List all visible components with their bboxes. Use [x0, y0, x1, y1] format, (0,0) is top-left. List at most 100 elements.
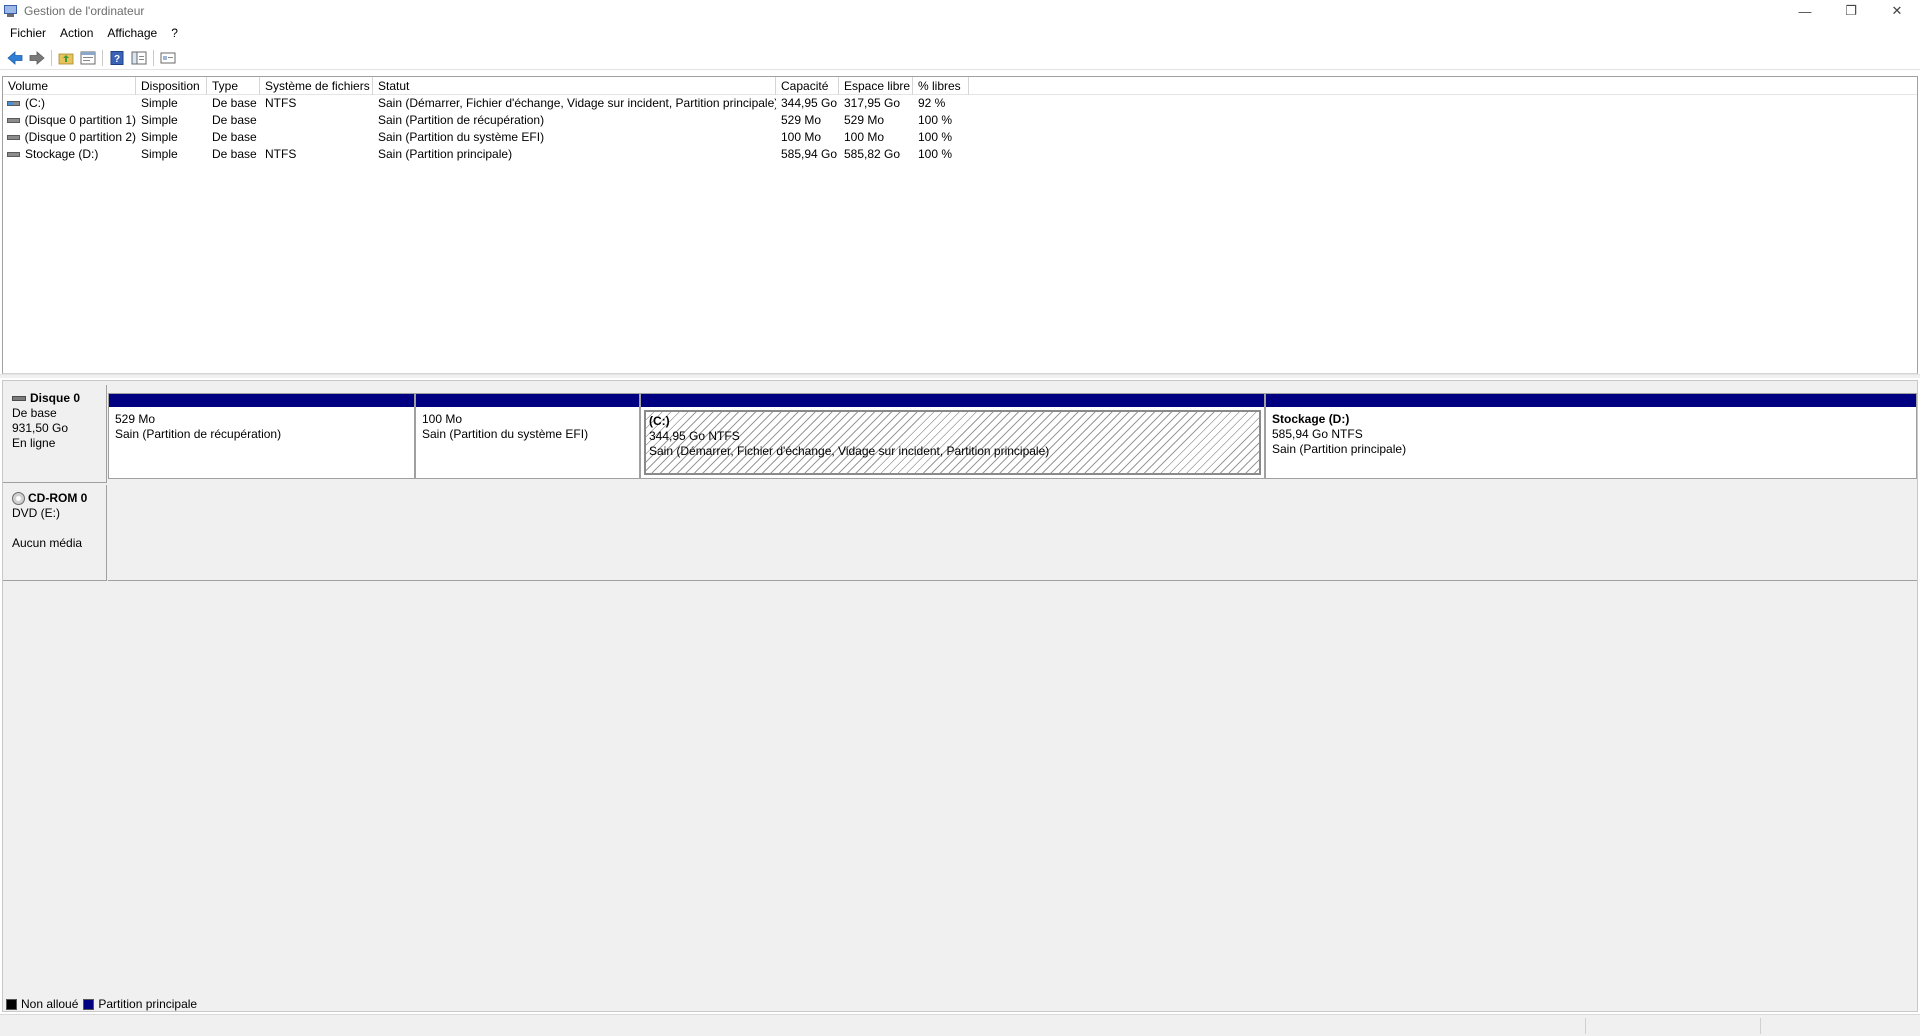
volume-status: Sain (Partition de récupération): [378, 113, 545, 127]
partition-c[interactable]: (C:) 344,95 Go NTFS Sain (Démarrer, Fich…: [640, 393, 1265, 479]
partition-d[interactable]: Stockage (D:) 585,94 Go NTFS Sain (Parti…: [1265, 393, 1917, 479]
menu-action[interactable]: Action: [53, 23, 100, 43]
volume-name: (Disque 0 partition 2): [24, 130, 136, 144]
volume-type: De base: [212, 113, 257, 127]
partition-recovery[interactable]: 529 Mo Sain (Partition de récupération): [108, 393, 415, 479]
computer-management-icon: [4, 4, 18, 18]
window-controls: — ❐ ✕: [1782, 0, 1920, 22]
close-button[interactable]: ✕: [1874, 0, 1920, 22]
legend-swatch: [6, 998, 17, 1010]
column-header-type[interactable]: Type: [207, 77, 260, 95]
column-header-capacity[interactable]: Capacité: [776, 77, 839, 95]
volume-list: Volume Disposition Type Système de fichi…: [2, 76, 1918, 374]
legend-label: Non alloué: [21, 997, 79, 1011]
menu-fichier[interactable]: Fichier: [3, 23, 53, 43]
volume-name: Stockage (D:): [25, 147, 99, 161]
volume-filesystem: [260, 112, 373, 129]
status-pane-divider: [1585, 1018, 1586, 1034]
console-tree-icon: [131, 51, 147, 64]
disk-name: Disque 0: [30, 391, 81, 405]
disk-size: 931,50 Go: [12, 421, 69, 435]
partition-efi[interactable]: 100 Mo Sain (Partition du système EFI): [415, 393, 640, 479]
column-header-free-space[interactable]: Espace libre: [839, 77, 913, 95]
console-tree-button[interactable]: [128, 48, 150, 68]
volume-status: Sain (Partition du système EFI): [378, 130, 545, 144]
pane-splitter[interactable]: [0, 374, 1920, 378]
partition-bar: [109, 394, 414, 407]
partition-bar: [416, 394, 639, 407]
volume-capacity: 100 Mo: [781, 130, 822, 144]
column-header-percent-free[interactable]: % libres: [913, 77, 969, 95]
back-button[interactable]: [4, 48, 26, 68]
volume-disposition: Simple: [141, 96, 178, 110]
help-button[interactable]: ?: [106, 48, 128, 68]
volume-percent-free: 100 %: [918, 130, 953, 144]
help-icon: ?: [110, 50, 124, 65]
volume-filesystem: [260, 129, 373, 146]
status-bar: [0, 1014, 1920, 1036]
table-row[interactable]: (Disque 0 partition 1) Simple De base Sa…: [3, 112, 1917, 129]
volume-disposition: Simple: [141, 147, 178, 161]
partition-bar: [1266, 394, 1916, 407]
legend-swatch: [83, 998, 95, 1010]
cdrom-0-label[interactable]: CD-ROM 0 DVD (E:) Aucun média: [3, 485, 107, 581]
volume-capacity: 529 Mo: [781, 113, 822, 127]
partition-size: 529 Mo: [115, 412, 156, 426]
toolbar-separator: [51, 49, 52, 66]
status-pane-divider: [1760, 1018, 1761, 1034]
volume-free-space: 317,95 Go: [844, 96, 901, 110]
menu-affichage[interactable]: Affichage: [100, 23, 164, 43]
title-bar: Gestion de l'ordinateur — ❐ ✕: [0, 0, 1920, 22]
partition-title: Stockage (D:): [1272, 412, 1350, 426]
volume-type: De base: [212, 147, 257, 161]
toolbar: ?: [0, 46, 1920, 70]
column-header-status[interactable]: Statut: [373, 77, 776, 95]
minimize-button[interactable]: —: [1782, 0, 1828, 22]
volume-icon: [7, 135, 20, 140]
table-row[interactable]: Stockage (D:) Simple De base NTFS Sain (…: [3, 146, 1917, 163]
toolbar-separator: [102, 49, 103, 66]
column-header-volume[interactable]: Volume: [3, 77, 136, 95]
show-hide-button[interactable]: [157, 48, 179, 68]
svg-text:?: ?: [114, 54, 120, 65]
disk-kind: DVD (E:): [12, 506, 60, 520]
cdrom-0-row: CD-ROM 0 DVD (E:) Aucun média: [3, 485, 1917, 581]
disk-kind: De base: [12, 406, 57, 420]
volume-icon: [7, 101, 20, 106]
cd-rom-icon: [12, 492, 25, 505]
disk-icon: [12, 396, 26, 401]
partition-status: Sain (Partition de récupération): [115, 427, 282, 441]
column-header-disposition[interactable]: Disposition: [136, 77, 207, 95]
properties-button[interactable]: [77, 48, 99, 68]
forward-icon: [29, 50, 45, 65]
volume-icon: [7, 118, 20, 123]
menu-help[interactable]: ?: [164, 23, 185, 43]
volume-status: Sain (Partition principale): [378, 147, 513, 161]
volume-percent-free: 100 %: [918, 147, 953, 161]
up-folder-button[interactable]: [55, 48, 77, 68]
partition-size: 100 Mo: [422, 412, 463, 426]
legend-item-unallocated: Non alloué: [6, 997, 78, 1011]
volume-type: De base: [212, 130, 257, 144]
toolbar-separator: [153, 49, 154, 66]
volume-free-space: 100 Mo: [844, 130, 885, 144]
restore-button[interactable]: ❐: [1828, 0, 1874, 22]
table-row[interactable]: (C:) Simple De base NTFS Sain (Démarrer,…: [3, 95, 1917, 112]
cdrom-empty-area[interactable]: [108, 485, 1917, 581]
disk-0-label[interactable]: Disque 0 De base 931,50 Go En ligne: [3, 385, 107, 483]
column-header-filesystem[interactable]: Système de fichiers: [260, 77, 373, 95]
partition-title: (C:): [649, 414, 670, 428]
table-row[interactable]: (Disque 0 partition 2) Simple De base Sa…: [3, 129, 1917, 146]
forward-button[interactable]: [26, 48, 48, 68]
properties-icon: [80, 51, 96, 64]
disk-0-row: Disque 0 De base 931,50 Go En ligne 529 …: [3, 385, 1917, 483]
volume-list-header: Volume Disposition Type Système de fichi…: [3, 77, 1917, 95]
volume-percent-free: 92 %: [918, 96, 946, 110]
window-title: Gestion de l'ordinateur: [24, 4, 145, 18]
volume-status: Sain (Démarrer, Fichier d'échange, Vidag…: [378, 96, 776, 110]
disk-graphical-view: Disque 0 De base 931,50 Go En ligne 529 …: [2, 380, 1918, 1012]
volume-disposition: Simple: [141, 130, 178, 144]
partition-size: 585,94 Go NTFS: [1272, 427, 1363, 441]
disk-state: En ligne: [12, 436, 56, 450]
volume-capacity: 344,95 Go: [781, 96, 838, 110]
